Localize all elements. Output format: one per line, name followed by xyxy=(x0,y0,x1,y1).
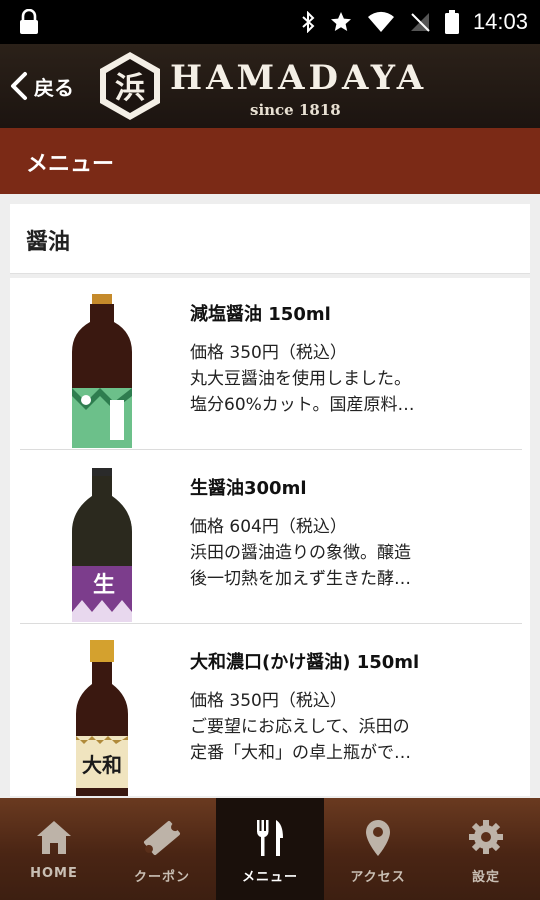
nav-settings[interactable]: 設定 xyxy=(432,798,540,900)
gear-icon xyxy=(469,820,503,854)
product-desc: 浜田の醤油造りの象徴。醸造 xyxy=(190,543,411,563)
back-label: 戻る xyxy=(34,75,74,100)
status-bar: 14:03 xyxy=(0,0,540,44)
nav-label: HOME xyxy=(30,866,78,881)
clock: 14:03 xyxy=(472,9,528,34)
page-title: メニュー xyxy=(26,152,115,177)
nav-coupon[interactable]: クーポン xyxy=(108,798,216,900)
nav-menu[interactable]: メニュー xyxy=(216,798,324,900)
nav-label: 設定 xyxy=(471,870,500,885)
product-image xyxy=(72,294,132,448)
product-desc: 後一切熱を加えず生きた酵… xyxy=(190,569,411,589)
product-list[interactable]: 減塩醤油 150ml 価格 350円（税込） 丸大豆醤油を使用しました。 塩分6… xyxy=(10,278,530,796)
nav-label: アクセス xyxy=(350,870,406,885)
bottle-label-text: 大和 xyxy=(82,753,122,777)
product-name: 大和濃口(かけ醤油) 150ml xyxy=(190,652,420,673)
nav-home[interactable]: HOME xyxy=(0,798,108,900)
category-header: 醤油 xyxy=(10,204,530,274)
hamadaya-logo-icon: 浜 xyxy=(100,52,160,120)
ticket-icon xyxy=(144,820,180,856)
nav-label: クーポン xyxy=(133,870,190,885)
app-header: 戻る 浜 HAMADAYA since 1818 xyxy=(0,44,540,128)
bluetooth-icon xyxy=(302,11,315,33)
product-desc: 定番「大和」の卓上瓶がで… xyxy=(190,743,411,763)
back-button[interactable]: 戻る xyxy=(8,64,74,108)
product-image: 大和 xyxy=(76,640,128,796)
map-pin-icon xyxy=(366,820,390,856)
divider xyxy=(20,449,522,450)
bottom-nav: HOME クーポン メニュー アクセス 設定 xyxy=(0,798,540,900)
divider xyxy=(20,623,522,624)
home-icon xyxy=(37,821,71,854)
product-desc: ご要望にお応えして、浜田の xyxy=(190,717,410,737)
lock-icon xyxy=(20,9,38,34)
fork-knife-icon xyxy=(257,820,283,856)
category-label: 醤油 xyxy=(26,230,71,255)
product-price: 価格 604円（税込） xyxy=(190,517,347,537)
product-name: 減塩醤油 150ml xyxy=(190,304,331,325)
nav-access[interactable]: アクセス xyxy=(324,798,432,900)
brand-since: since 1818 xyxy=(250,101,341,119)
page-title-bar: メニュー xyxy=(0,128,540,194)
product-image: 生 xyxy=(72,468,132,622)
logo-char: 浜 xyxy=(115,71,145,106)
brand-name: HAMADAYA xyxy=(170,58,428,98)
product-price: 価格 350円（税込） xyxy=(190,691,347,711)
product-item[interactable]: 減塩醤油 150ml 価格 350円（税込） 丸大豆醤油を使用しました。 塩分6… xyxy=(10,278,530,450)
product-name: 生醤油300ml xyxy=(190,478,307,499)
chevron-left-icon xyxy=(11,72,27,100)
bottle-label-text: 生 xyxy=(93,573,115,598)
product-item[interactable]: 生 生醤油300ml 価格 604円（税込） 浜田の醤油造りの象徴。醸造 後一切… xyxy=(10,452,530,624)
wifi-icon xyxy=(367,11,394,32)
product-item[interactable]: 大和 大和濃口(かけ醤油) 150ml 価格 350円（税込） ご要望にお応えし… xyxy=(10,626,530,796)
star-icon xyxy=(330,12,351,31)
product-desc: 丸大豆醤油を使用しました。 xyxy=(190,369,411,389)
product-price: 価格 350円（税込） xyxy=(190,343,347,363)
no-signal-icon xyxy=(410,13,430,32)
battery-icon xyxy=(444,10,459,34)
nav-label: メニュー xyxy=(241,870,298,885)
product-desc: 塩分60%カット。国産原料… xyxy=(190,395,415,415)
